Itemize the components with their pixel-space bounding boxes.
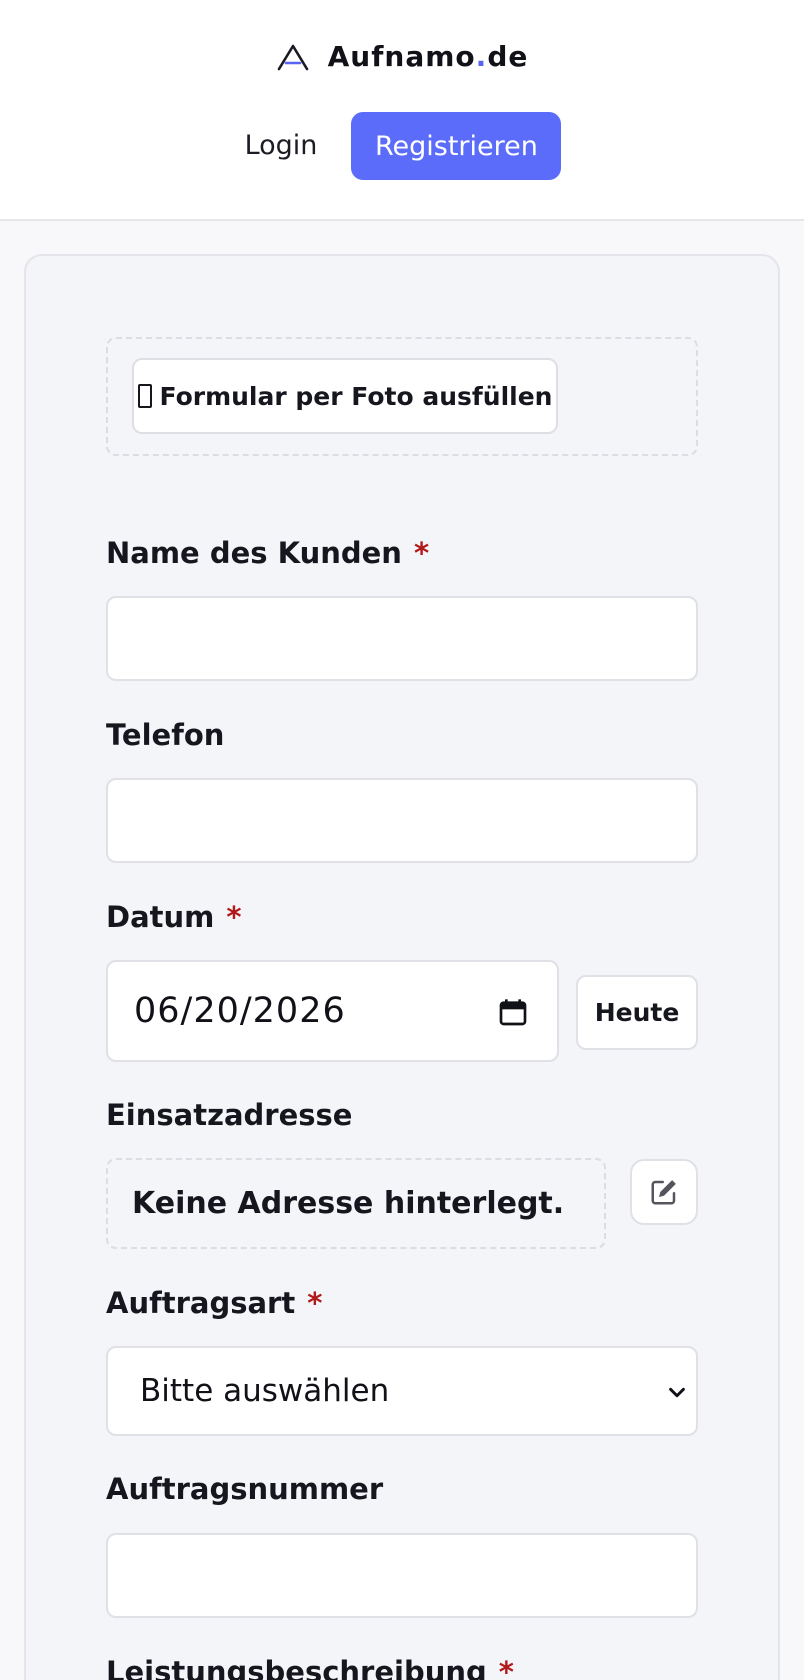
brand-logo[interactable]: Aufnamo.de — [0, 40, 804, 73]
brand-name: Aufnamo.de — [327, 40, 529, 73]
required-marker: * — [498, 1655, 514, 1680]
date-input[interactable]: 06/20/2026 — [106, 960, 559, 1062]
date-label: Datum * — [106, 900, 242, 934]
address-display: Keine Adresse hinterlegt. — [106, 1158, 606, 1249]
customer-name-label: Name des Kunden * — [106, 536, 430, 570]
edit-icon — [651, 1180, 676, 1205]
phone-input[interactable] — [106, 778, 698, 863]
required-marker: * — [226, 900, 242, 934]
photo-fill-button[interactable]: Formular per Foto ausfüllen — [132, 358, 558, 434]
today-button[interactable]: Heute — [576, 975, 698, 1050]
required-marker: * — [307, 1286, 323, 1320]
camera-icon — [137, 384, 152, 408]
order-type-label: Auftragsart * — [106, 1286, 323, 1320]
register-button[interactable]: Registrieren — [351, 112, 562, 180]
customer-name-input[interactable] — [106, 596, 698, 681]
order-type-selected: Bitte auswählen — [140, 1373, 390, 1409]
date-value: 06/20/2026 — [134, 991, 346, 1031]
photo-fill-label: Formular per Foto ausfüllen — [159, 381, 553, 411]
calendar-icon[interactable] — [497, 996, 529, 1028]
address-label: Einsatzadresse — [106, 1098, 353, 1132]
phone-label: Telefon — [106, 718, 225, 752]
logo-icon — [277, 44, 308, 70]
address-value: Keine Adresse hinterlegt. — [132, 1186, 565, 1221]
order-number-label: Auftragsnummer — [106, 1472, 384, 1506]
order-number-input[interactable] — [106, 1533, 698, 1618]
service-description-label: Leistungsbeschreibung * — [106, 1655, 514, 1680]
edit-address-button[interactable] — [630, 1159, 698, 1225]
order-type-select[interactable]: Bitte auswählen — [106, 1346, 698, 1436]
chevron-down-icon — [669, 1387, 685, 1398]
required-marker: * — [413, 536, 430, 570]
site-header: Aufnamo.de Login Registrieren — [0, 0, 804, 221]
header-nav: Login Registrieren — [0, 112, 804, 180]
login-link[interactable]: Login — [243, 112, 320, 180]
